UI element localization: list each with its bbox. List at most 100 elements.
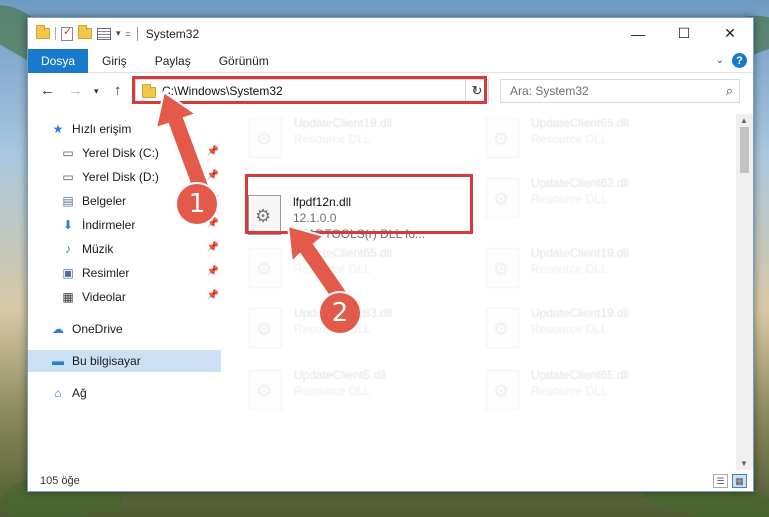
search-icon: ⌕ [725, 83, 733, 98]
sidebar-item-quick-access[interactable]: ★ Hızlı erişim [28, 118, 221, 140]
pin-icon[interactable]: 📌 [207, 290, 219, 301]
large-icons-view-icon[interactable]: ▦ [732, 474, 747, 488]
search-input[interactable]: Ara: System32 ⌕ [500, 79, 740, 103]
file-tile[interactable]: UpdateClient19.dll Resource DLL [249, 116, 479, 166]
pin-icon[interactable]: 📌 [207, 242, 219, 253]
view-icon[interactable] [97, 27, 111, 40]
sidebar-item-label: Müzik [82, 242, 114, 256]
divider [55, 27, 56, 40]
tab-share[interactable]: Paylaş [141, 49, 205, 73]
sidebar-item-label: Resimler [82, 266, 130, 280]
computer-icon: ▬ [52, 354, 64, 368]
sidebar-item-label: Bu bilgisayar [72, 354, 141, 368]
search-placeholder: Ara: System32 [510, 84, 589, 98]
dll-file-icon [486, 178, 519, 218]
file-type: Resource DLL [294, 384, 371, 398]
file-name: UpdateClient19.dll [294, 116, 393, 130]
tab-view[interactable]: Görünüm [205, 49, 283, 73]
window-title: System32 [145, 26, 200, 41]
vertical-scrollbar[interactable]: ▲ ▼ [736, 114, 753, 470]
dll-file-icon [486, 118, 519, 158]
file-type: Resource DLL [294, 132, 371, 146]
customize-toolbar-icon[interactable]: ▾ [116, 28, 121, 39]
item-count: 105 öğe [40, 475, 80, 487]
ribbon-tabs: Dosya Giriş Paylaş Görünüm ⌄ ? [28, 48, 753, 73]
properties-icon[interactable] [61, 25, 73, 41]
cloud-icon: ☁ [52, 322, 64, 336]
sidebar-item-pictures[interactable]: ▣ Resimler 📌 [28, 262, 221, 284]
file-name: UpdateClient19.dll [531, 246, 630, 260]
back-button[interactable]: ← [40, 82, 55, 99]
music-icon: ♪ [65, 242, 71, 256]
file-name: UpdateClient65.dll [531, 368, 630, 382]
file-type: Resource DLL [531, 132, 608, 146]
sidebar-item-network[interactable]: ⌂ Ağ [28, 382, 221, 404]
file-type: Resource DLL [531, 192, 608, 206]
file-tile[interactable]: UpdateClient19.dll Resource DLL [486, 306, 716, 356]
quick-access-toolbar: ▾ = [28, 25, 131, 41]
dll-file-icon [249, 370, 282, 410]
file-tile[interactable]: UpdateClient63.dll Resource DLL [486, 176, 716, 226]
sidebar-item-videos[interactable]: ▦ Videolar 📌 [28, 286, 221, 308]
up-button[interactable]: ↑ [114, 82, 122, 99]
sidebar-item-label: OneDrive [72, 322, 123, 336]
sidebar-item-label: Hızlı erişim [72, 122, 132, 136]
divider [136, 26, 138, 41]
pin-icon[interactable]: 📌 [207, 266, 219, 277]
file-tile[interactable]: UpdateClient65.dllResource DLL [486, 368, 716, 418]
sidebar-item-label: Videolar [82, 290, 126, 304]
status-bar: 105 öğe ☰ ▦ [28, 470, 753, 492]
pin-icon[interactable]: 📌 [207, 170, 219, 181]
file-name: UpdateClient19.dll [531, 306, 630, 320]
recent-locations-icon[interactable]: ▾ [94, 86, 99, 97]
file-tile[interactable]: UpdateClient5.dll Resource DLL [249, 368, 479, 418]
dll-file-icon [249, 308, 282, 348]
download-icon: ⬇ [62, 218, 74, 232]
navigation-pane: ★ Hızlı erişim ▭ Yerel Disk (C:) 📌 ▭ Yer… [28, 114, 221, 470]
minimize-button[interactable]: — [615, 18, 661, 49]
file-type: Resource DLL [531, 322, 608, 336]
star-icon: ★ [52, 122, 64, 136]
tab-file[interactable]: Dosya [28, 48, 89, 73]
details-view-icon[interactable]: ☰ [713, 474, 728, 488]
drive-icon: ▭ [62, 146, 74, 160]
step-1-badge: 1 [175, 182, 219, 226]
sidebar-item-disk-c[interactable]: ▭ Yerel Disk (C:) 📌 [28, 142, 221, 164]
file-type: Resource DLL [531, 262, 608, 276]
documents-icon: ▤ [62, 194, 74, 208]
scroll-thumb[interactable] [740, 127, 749, 173]
forward-button[interactable]: → [68, 82, 83, 99]
file-tile[interactable]: UpdateClient63.dllResource DLL [249, 306, 479, 356]
maximize-button[interactable]: ☐ [661, 18, 707, 49]
close-button[interactable]: ✕ [707, 18, 753, 49]
sidebar-item-this-pc[interactable]: ▬ Bu bilgisayar [28, 350, 221, 372]
sidebar-item-label: Yerel Disk (C:) [82, 146, 159, 160]
sidebar-item-label: Ağ [72, 386, 87, 400]
scroll-down-icon[interactable]: ▼ [740, 459, 748, 468]
file-tile[interactable]: UpdateClient65.dll Resource DLL [486, 116, 716, 166]
sidebar-item-music[interactable]: ♪ Müzik 📌 [28, 238, 221, 260]
help-icon[interactable]: ? [732, 53, 747, 68]
customize-toolbar-dropdown-icon[interactable]: = [126, 29, 131, 39]
dll-file-icon [249, 118, 282, 158]
file-name: UpdateClient63.dll [531, 176, 630, 190]
file-list: UpdateClient19.dll Resource DLL UpdateCli… [221, 106, 738, 471]
file-tile[interactable]: UpdateClient65.dllResource DLL [249, 246, 479, 296]
expand-ribbon-icon[interactable]: ⌄ [716, 55, 724, 66]
sidebar-item-onedrive[interactable]: ☁ OneDrive [28, 318, 221, 340]
scroll-up-icon[interactable]: ▲ [740, 116, 748, 125]
pictures-icon: ▣ [62, 266, 74, 280]
step-2-badge: 2 [318, 291, 362, 335]
title-bar: ▾ = System32 — ☐ ✕ [28, 18, 753, 49]
dll-file-icon [249, 248, 282, 288]
sidebar-item-label: Yerel Disk (D:) [82, 170, 159, 184]
dll-file-icon [486, 248, 519, 288]
file-name: UpdateClient65.dll [531, 116, 630, 130]
file-highlight-box [245, 174, 473, 234]
new-folder-icon[interactable] [78, 25, 92, 39]
file-tile[interactable]: UpdateClient19.dll Resource DLL [486, 246, 716, 296]
pin-icon[interactable]: 📌 [207, 146, 219, 157]
tab-home[interactable]: Giriş [88, 49, 141, 73]
sidebar-item-label: Belgeler [82, 194, 127, 208]
dll-file-icon [486, 308, 519, 348]
